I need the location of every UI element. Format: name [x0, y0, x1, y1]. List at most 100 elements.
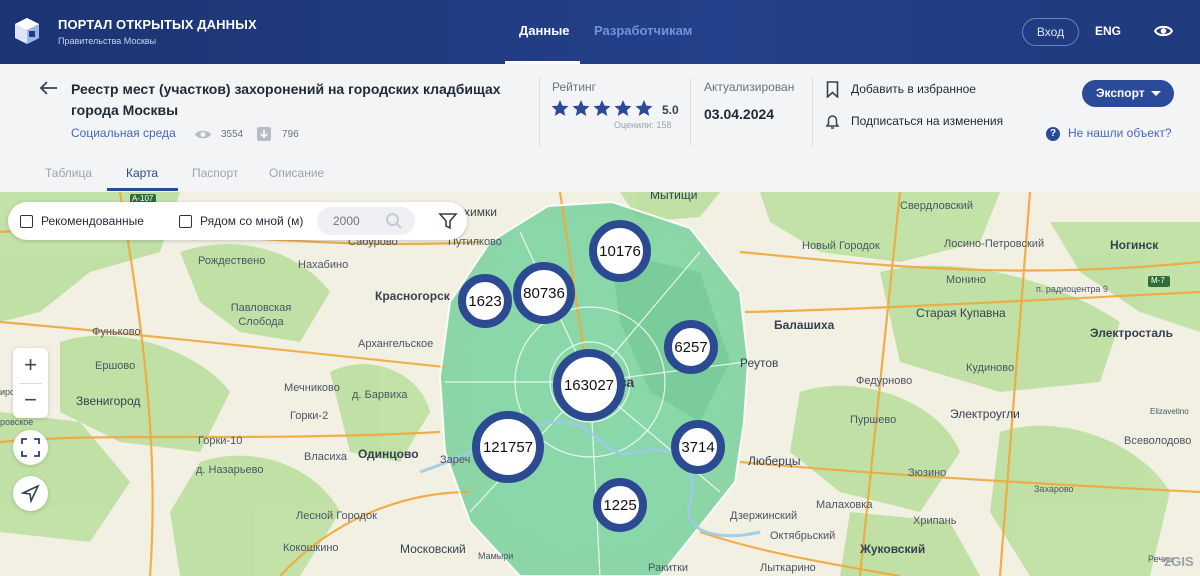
- brand-title[interactable]: ПОРТАЛ ОТКРЫТЫХ ДАННЫХ: [58, 17, 257, 32]
- fullscreen-button[interactable]: [13, 430, 48, 465]
- download-icon: [257, 127, 271, 141]
- map-filter-bar: Рекомендованные Рядом со мной (м): [8, 202, 467, 240]
- nav-developers[interactable]: Разработчикам: [594, 23, 692, 38]
- tab-map[interactable]: Карта: [126, 166, 158, 180]
- tab-table[interactable]: Таблица: [45, 166, 92, 180]
- filter-icon[interactable]: [438, 211, 458, 231]
- dataset-panel: Реестр мест (участков) захоронений на го…: [0, 64, 1200, 192]
- map-label: Балашиха: [774, 318, 835, 332]
- divider: [539, 78, 540, 146]
- zoom-in-button[interactable]: +: [13, 348, 48, 383]
- cluster-marker[interactable]: 1225: [593, 478, 647, 532]
- map-view[interactable]: А-107 М-7 Мытищи химки Свердловский Новы…: [0, 192, 1200, 576]
- zoom-controls: + −: [13, 348, 48, 418]
- map-label: Мамыри: [478, 551, 514, 561]
- rating-label: Рейтинг: [552, 80, 597, 94]
- cluster-marker[interactable]: 121757: [472, 411, 544, 483]
- map-label: Мытищи: [650, 192, 698, 202]
- login-button[interactable]: Вход: [1022, 18, 1079, 46]
- brand-subtitle: Правительства Москвы: [58, 36, 157, 46]
- cluster-marker[interactable]: 80736: [513, 262, 575, 324]
- chevron-down-icon[interactable]: [1151, 91, 1161, 96]
- nearby-checkbox[interactable]: [179, 215, 192, 228]
- eye-icon[interactable]: [1154, 23, 1173, 39]
- nearby-label[interactable]: Рядом со мной (м): [200, 214, 303, 228]
- map-label: Московский: [400, 542, 466, 556]
- map-label: д. Барвиха: [352, 389, 408, 401]
- cluster-marker[interactable]: 6257: [664, 320, 718, 374]
- recommended-label[interactable]: Рекомендованные: [41, 214, 144, 228]
- geolocate-button[interactable]: [13, 476, 48, 511]
- map-label: Павловская Слобода: [230, 302, 292, 328]
- subscribe-to-changes[interactable]: Подписаться на изменения: [851, 114, 1003, 128]
- cluster-marker[interactable]: 3714: [671, 420, 725, 474]
- portal-logo-icon[interactable]: [14, 17, 40, 45]
- map-label: Зареч: [440, 454, 471, 466]
- bell-icon[interactable]: [825, 113, 840, 130]
- map-label: Красногорск: [375, 289, 450, 303]
- map-label: Федурново: [856, 375, 913, 387]
- dataset-category[interactable]: Социальная среда: [71, 126, 176, 140]
- map-label: Дзержинский: [730, 510, 798, 522]
- map-label: Всеволодово: [1124, 435, 1192, 447]
- map-label: Ракитки: [648, 562, 689, 574]
- not-found-link[interactable]: Не нашли объект?: [1068, 126, 1172, 140]
- rating-count: Оценили: 158: [614, 120, 672, 130]
- road-badge: М-7: [1151, 276, 1165, 285]
- map-label: ровское: [0, 417, 34, 427]
- map-label: Мечниково: [284, 382, 340, 394]
- back-arrow-icon[interactable]: [40, 81, 58, 95]
- bookmark-icon[interactable]: [826, 81, 839, 98]
- rating-stars-icon[interactable]: [551, 99, 655, 117]
- map-label: Старая Купавна: [916, 306, 1006, 320]
- map-label: Жуковский: [860, 542, 926, 556]
- divider: [812, 78, 813, 146]
- map-label: Люберцы: [748, 454, 801, 468]
- map-label: Электросталь: [1090, 326, 1173, 340]
- updated-date: 03.04.2024: [704, 106, 775, 122]
- map-label: Хрипань: [913, 515, 957, 527]
- map-label: Одинцово: [358, 447, 419, 461]
- add-to-favorites[interactable]: Добавить в избранное: [851, 82, 976, 96]
- zoom-out-button[interactable]: −: [13, 383, 48, 418]
- views-eye-icon: [195, 130, 211, 139]
- map-label: Ногинск: [1110, 238, 1159, 252]
- map-label: Elizavetino: [1150, 407, 1189, 416]
- map-label: Власиха: [304, 451, 348, 463]
- cluster-marker[interactable]: 163027: [553, 349, 625, 421]
- question-icon[interactable]: ?: [1046, 127, 1060, 141]
- language-switch[interactable]: ENG: [1095, 24, 1121, 38]
- map-label: Ершово: [95, 360, 136, 372]
- map-label: Лесной Городок: [296, 510, 377, 522]
- downloads-count: 796: [282, 129, 299, 140]
- updated-label: Актуализирован: [704, 80, 795, 94]
- map-attribution: 2GIS: [1164, 554, 1194, 569]
- tab-passport[interactable]: Паспорт: [192, 166, 238, 180]
- map-label: Архангельское: [358, 338, 434, 350]
- rating-value: 5.0: [662, 103, 679, 117]
- map-label: Захарово: [1034, 484, 1074, 494]
- cluster-marker[interactable]: 10176: [589, 220, 651, 282]
- search-icon[interactable]: [385, 212, 403, 230]
- navigation-arrow-icon: [21, 484, 40, 503]
- map-label: Кокошкино: [283, 542, 339, 554]
- map-label: Пуршево: [850, 414, 897, 426]
- map-label: Горки-10: [198, 435, 243, 447]
- nav-data[interactable]: Данные: [519, 23, 570, 38]
- views-count: 3554: [221, 129, 244, 140]
- map-label: Свердловский: [900, 200, 974, 212]
- map-label: Электроугли: [950, 407, 1020, 421]
- recommended-checkbox[interactable]: [20, 215, 33, 228]
- map-label: Малаховка: [816, 499, 873, 511]
- map-label: Лосино-Петровский: [944, 238, 1045, 250]
- divider: [690, 78, 691, 146]
- map-label: Зюзино: [908, 467, 947, 479]
- map-label: п. радиоцентра 9: [1036, 284, 1108, 294]
- map-label: Звенигород: [76, 394, 141, 408]
- map-label: Рождествено: [198, 255, 266, 267]
- top-header: ПОРТАЛ ОТКРЫТЫХ ДАННЫХ Правительства Мос…: [0, 0, 1200, 64]
- cluster-marker[interactable]: 1623: [458, 274, 512, 328]
- tab-description[interactable]: Описание: [269, 166, 324, 180]
- map-label: Монино: [946, 274, 986, 286]
- map-label: Нахабино: [298, 259, 349, 271]
